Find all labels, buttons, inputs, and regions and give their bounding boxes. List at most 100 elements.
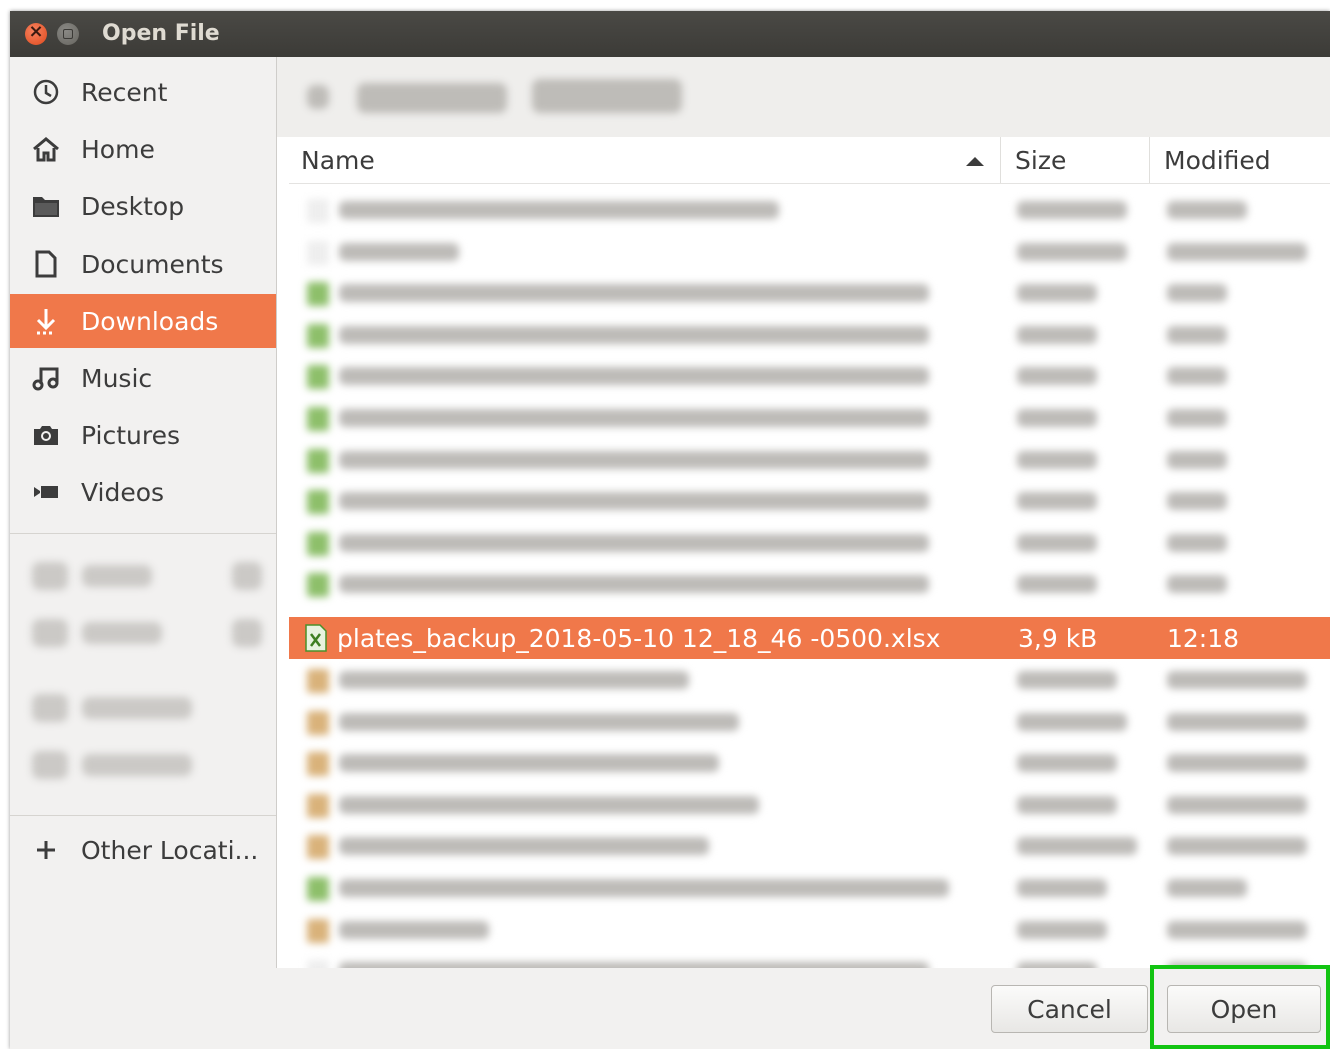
sidebar-item-label: Home [81,134,155,164]
sidebar-item-pictures[interactable]: Pictures [10,408,276,462]
obscured-text [1017,284,1097,303]
sidebar-item-music[interactable]: Music [10,351,276,405]
obscured-text [339,242,459,261]
file-row[interactable] [289,867,1330,909]
obscured-text [1167,671,1307,689]
obscured-text [1017,879,1107,897]
obscured-text [1017,409,1097,427]
file-row[interactable] [289,909,1330,951]
file-icon [307,365,329,390]
home-icon [30,133,62,165]
column-header-size[interactable]: Size [1002,137,1150,183]
obscured-text [339,712,739,731]
obscured-text [1167,920,1307,939]
sort-ascending-icon [966,157,984,166]
obscured-text [339,920,489,939]
obscured-text [339,367,929,386]
file-icon [307,407,329,431]
file-icon [307,282,329,307]
obscured-text [339,671,689,689]
places-sidebar: Recent Home Desktop Documents Downloads [10,57,277,968]
sidebar-item-other-locations[interactable]: Other Locati... [10,823,276,877]
sidebar-item-videos[interactable]: Videos [10,465,276,519]
sidebar-item-documents[interactable]: Documents [10,237,276,291]
file-size: 3,9 kB [1018,623,1098,653]
sidebar-item-label: Recent [81,77,168,107]
file-row[interactable] [289,522,1330,564]
file-icon [307,448,329,473]
obscured-text [1017,671,1117,689]
sidebar-item-label: Pictures [81,420,180,450]
column-header-name[interactable]: Name [289,137,1001,183]
file-row[interactable] [289,272,1330,314]
file-row[interactable] [289,397,1330,439]
file-row[interactable] [289,314,1330,356]
file-row[interactable] [289,825,1330,867]
video-icon [30,476,62,508]
obscured-text [1167,533,1227,552]
obscured-text [1167,837,1307,856]
sidebar-item-home[interactable]: Home [10,122,276,176]
file-icon [307,710,329,735]
file-row[interactable] [289,439,1330,481]
column-header-modified[interactable]: Modified [1151,137,1330,183]
file-row[interactable] [289,950,1330,968]
sidebar-item-desktop[interactable]: Desktop [10,179,276,233]
obscured-text [1167,712,1307,731]
sidebar-item-label: Videos [81,477,165,507]
obscured-text [339,409,929,427]
file-row[interactable] [289,742,1330,784]
file-icon [307,918,329,943]
obscured-text [339,754,719,773]
column-label: Name [301,145,375,175]
selected-file-row[interactable]: plates_backup_2018-05-10 12_18_46 -0500.… [289,617,1330,659]
obscured-text [1167,409,1227,427]
sidebar-item-downloads[interactable]: Downloads [10,294,276,348]
obscured-text [339,201,779,219]
file-name: plates_backup_2018-05-10 12_18_46 -0500.… [337,623,941,653]
obscured-text [1017,492,1097,511]
file-icon [307,669,329,693]
file-row[interactable] [289,659,1330,701]
file-icon [307,793,329,818]
obscured-text [1167,754,1307,773]
obscured-text [1167,575,1227,594]
obscured-text [339,879,949,897]
close-window-button[interactable] [25,21,47,45]
sidebar-item-label: Music [81,363,153,393]
document-icon [30,248,62,280]
sidebar-separator [10,815,276,816]
sidebar-item-recent[interactable]: Recent [10,65,276,119]
file-row[interactable] [289,231,1330,273]
file-row[interactable] [289,355,1330,397]
sidebar-item-label: Downloads [81,306,219,336]
obscured-text [1167,795,1307,814]
obscured-text [1167,325,1227,344]
file-row[interactable] [289,784,1330,826]
file-row[interactable] [289,701,1330,743]
file-browser: Name Size Modified plates_backup_2018-05… [277,57,1330,968]
file-row[interactable] [289,189,1330,231]
cancel-button[interactable]: Cancel [991,985,1148,1033]
obscured-text [1017,712,1127,731]
file-row[interactable] [289,480,1330,522]
obscured-text [339,575,929,594]
column-label: Modified [1164,145,1271,175]
clock-icon [30,76,62,108]
path-bar[interactable] [277,57,1330,137]
column-label: Size [1015,145,1067,175]
minimize-window-button[interactable] [57,23,79,45]
obscured-text [339,837,709,856]
file-icon [307,835,329,860]
file-icon [307,531,329,556]
sidebar-separator [10,533,276,534]
open-file-dialog: Open File Recent Home Desktop Documents [10,11,1330,1049]
obscured-text [1017,325,1097,344]
open-button[interactable]: Open [1167,985,1321,1033]
obscured-text [1017,575,1097,594]
obscured-text [1167,367,1227,386]
obscured-text [1017,920,1107,939]
file-icon [307,877,329,901]
window-title: Open File [102,21,220,46]
file-row[interactable] [289,563,1330,605]
